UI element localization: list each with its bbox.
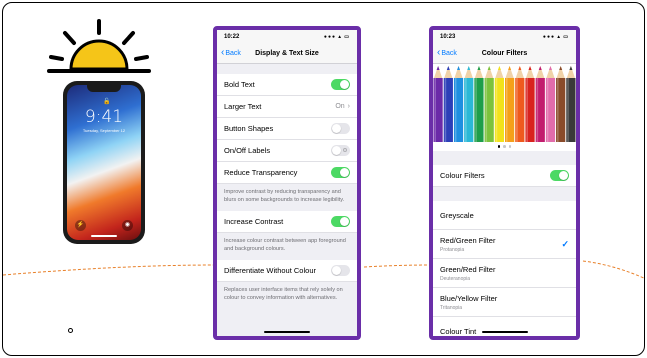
status-icons: ●●● ▴ ▭ [542,34,569,40]
row-label: On/Off Labels [224,146,271,155]
larger-text-row[interactable]: Larger Text On › [217,96,357,118]
reduce-transparency-row[interactable]: Reduce Transparency [217,162,357,184]
filter-option-greyscale[interactable]: Greyscale [433,201,576,230]
row-label: Bold Text [224,80,255,89]
pencil [453,66,464,142]
option-label: Blue/Yellow Filter [440,293,498,303]
colour-filters-screen: 10:23 ●●● ▴ ▭ ‹ Back Colour Filters Colo… [429,26,580,340]
pencil [494,66,504,142]
option-label: Red/Green Filter [440,235,496,245]
lock-icon: 🔓 [103,99,111,105]
option-sublabel: Tritanopia [440,304,463,311]
back-label: Back [225,49,241,57]
pencil [443,66,453,142]
home-indicator [264,331,310,333]
lock-screen-time: 9:41 [84,107,124,127]
larger-text-value: On › [335,103,350,110]
option-sublabel: Protanopia [440,246,465,253]
contrast-description: Increase colour contrast between app for… [224,238,346,252]
pencil [535,66,545,142]
differentiate-description: Replaces user interface items that rely … [224,287,343,301]
colour-filters-row[interactable]: Colour Filters [433,165,576,187]
filter-option-colour-tint[interactable]: Colour Tint [433,317,576,336]
bold-text-toggle[interactable] [331,79,350,90]
pencil [484,66,494,142]
bullet-marker [68,328,73,333]
button-shapes-row[interactable]: Button Shapes [217,118,357,140]
increase-contrast-row[interactable]: Increase Contrast [217,211,357,233]
row-label: Differentiate Without Colour [224,266,316,275]
pencil [545,66,556,142]
navigation-bar: ‹ Back Colour Filters [433,44,576,64]
sunrise-icon [47,19,151,73]
status-icons: ●●● ▴ ▭ [323,34,350,40]
status-time: 10:22 [224,34,240,40]
row-label: Increase Contrast [224,217,284,226]
camera-icon: ◉ [122,220,133,231]
chevron-left-icon: ‹ [437,47,441,58]
row-label: Larger Text [224,102,262,111]
on-off-labels-toggle[interactable] [331,145,350,156]
increase-contrast-toggle[interactable] [331,216,350,227]
page-indicator[interactable] [433,142,576,151]
row-label: Button Shapes [224,124,274,133]
option-label: Colour Tint [440,326,477,336]
colour-filters-toggle[interactable] [550,170,569,181]
display-text-size-screen: 10:22 ●●● ▴ ▭ ‹ Back Display & Text Size… [213,26,361,340]
lock-screen-date: Tuesday, September 12 [82,128,126,133]
row-label: Reduce Transparency [224,168,298,177]
filter-option-blue-yellow[interactable]: Blue/Yellow Filter Tritanopia [433,288,576,317]
back-label: Back [441,49,457,57]
iphone-lock-screen: 🔓 9:41 Tuesday, September 12 ⚡ ◉ [67,85,141,240]
home-indicator [481,331,528,333]
pencil [474,66,484,142]
option-label: Green/Red Filter [440,264,496,274]
pencil [566,66,576,142]
option-label: Greyscale [440,210,474,220]
status-bar: 10:23 ●●● ▴ ▭ [433,30,576,44]
back-button[interactable]: ‹ Back [437,48,457,58]
pencil [515,66,525,142]
checkmark-icon: ✓ [561,238,569,249]
status-time: 10:23 [440,34,456,40]
row-label: Colour Filters [440,171,485,180]
pencil [556,66,566,142]
filter-option-red-green[interactable]: Red/Green Filter Protanopia ✓ [433,230,576,259]
option-sublabel: Deuteranopia [440,275,471,282]
home-indicator [91,235,117,237]
differentiate-row[interactable]: Differentiate Without Colour [217,260,357,282]
filter-option-green-red[interactable]: Green/Red Filter Deuteranopia [433,259,576,288]
navigation-bar: ‹ Back Display & Text Size [217,44,357,64]
differentiate-toggle[interactable] [331,265,350,276]
colour-pencils-preview[interactable] [433,64,576,142]
page-dot[interactable] [503,145,506,148]
status-bar: 10:22 ●●● ▴ ▭ [217,30,357,44]
back-button[interactable]: ‹ Back [221,48,241,58]
transparency-description: Improve contrast by reducing transparenc… [224,189,345,203]
pencil [433,66,443,142]
pencil [525,66,535,142]
reduce-transparency-toggle[interactable] [331,167,350,178]
bold-text-row[interactable]: Bold Text [217,74,357,96]
pencil [505,66,515,142]
on-off-labels-row[interactable]: On/Off Labels [217,140,357,162]
page-dot[interactable] [497,145,501,148]
page-dot[interactable] [508,145,512,148]
pencil [464,66,474,142]
flashlight-icon: ⚡ [75,220,86,231]
chevron-right-icon: › [347,103,350,110]
button-shapes-toggle[interactable] [331,123,350,134]
iphone-illustration: 🔓 9:41 Tuesday, September 12 ⚡ ◉ [63,81,145,244]
colour-pencils-image [433,66,576,142]
chevron-left-icon: ‹ [221,47,225,58]
iphone-notch [87,85,121,92]
